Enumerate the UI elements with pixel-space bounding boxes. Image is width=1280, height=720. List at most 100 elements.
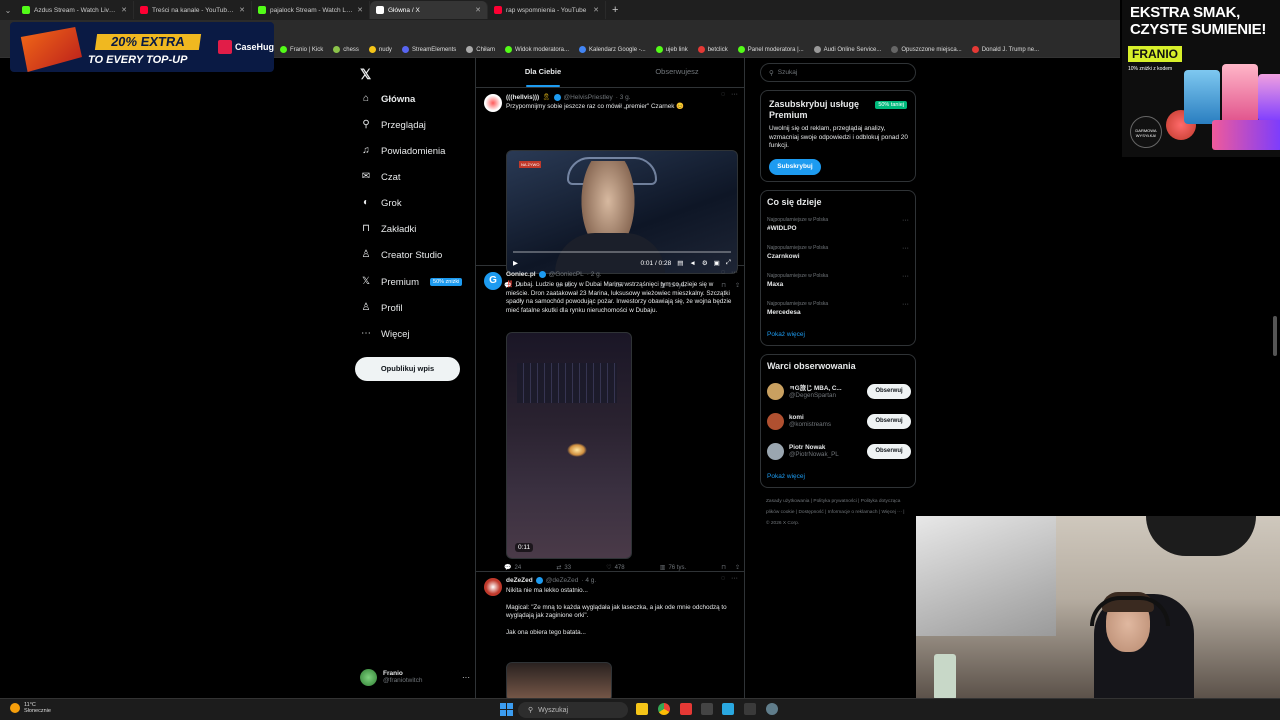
browser-tab[interactable]: pajalock Stream - Watch Live on Kick✕ — [252, 1, 370, 19]
trend-item[interactable]: Najpopularniejsze w Polska Mercedesa ··· — [767, 301, 911, 316]
more-dots-icon[interactable]: ··· — [462, 673, 470, 682]
follow-button[interactable]: Obserwuj — [867, 413, 911, 429]
more-dots-icon[interactable]: ··· — [902, 301, 909, 308]
tweet-time[interactable]: · 2 g. — [587, 271, 602, 278]
follow-handle[interactable]: @PiotrNowak_PL — [789, 451, 839, 458]
tweet-author-handle[interactable]: @deZeZed — [546, 577, 579, 584]
weather-widget[interactable]: 11°C Słonecznie — [10, 702, 51, 714]
tab-for-you[interactable]: Dla Ciebie — [476, 58, 610, 87]
avatar[interactable] — [767, 382, 784, 400]
browser-tab[interactable]: Treści na kanale - YouTube Studio ✕ — [134, 1, 252, 19]
subscribe-button[interactable]: Subskrybuj — [769, 159, 821, 175]
grok-icon[interactable]: ◌ — [721, 91, 725, 98]
show-more-trends-link[interactable]: Pokaż więcej — [767, 331, 805, 338]
nav-item-premium[interactable]: 𝕏 Premium 50% zniżki — [360, 276, 463, 288]
trend-item[interactable]: Najpopularniejsze w Polska Czarnkowi ··· — [767, 245, 911, 260]
bookmark-item[interactable]: ujeb link — [655, 46, 688, 53]
close-tab-icon[interactable]: ✕ — [357, 6, 363, 14]
browser-tab[interactable]: Główna / X ✕ — [370, 1, 488, 19]
follow-handle[interactable]: @komistreams — [789, 421, 831, 428]
search-input[interactable]: ⚲ Szukaj — [760, 63, 916, 82]
page-scrollbar[interactable] — [1273, 316, 1277, 356]
tweet[interactable]: G Goniec.pl @GoniecPL · 2 g. ◌ ··· ‼️ Dub… — [476, 266, 744, 572]
post-button[interactable]: Opublikuj wpis — [355, 357, 460, 381]
tweet[interactable]: (((hellvis))) 🎗 @HelvisPriestley · 3 g. … — [476, 88, 744, 289]
follow-suggestion[interactable]: ㅋG旅じ MBA, C... @DegenSpartan Obserwuj — [767, 379, 911, 403]
tweet-author-name[interactable]: Goniec.pl — [506, 271, 536, 278]
share-icon[interactable]: ⇪ — [735, 564, 740, 571]
avatar[interactable]: G — [484, 272, 502, 290]
avatar[interactable] — [767, 442, 784, 460]
tab-following[interactable]: Obserwujesz — [610, 58, 744, 87]
tweet-time[interactable]: · 4 g. — [581, 577, 596, 584]
tweet-image[interactable] — [506, 662, 612, 698]
bookmark-item[interactable]: betclick — [697, 46, 728, 53]
follow-suggestion[interactable]: Piotr Nowak @PiotrNowak_PL Obserwuj — [767, 439, 911, 463]
follow-button[interactable]: Obserwuj — [867, 443, 911, 459]
windows-start-icon[interactable] — [500, 703, 513, 716]
bookmark-item[interactable]: Chiłam — [466, 46, 495, 53]
footer-links[interactable]: Zasady użytkowania | Polityka prywatnośc… — [766, 496, 906, 529]
tweet-author-name[interactable]: deZeZed — [506, 577, 533, 584]
bookmark-item[interactable]: Franio | Kick — [280, 46, 323, 53]
like-button[interactable]: ♡ 478 — [606, 564, 624, 572]
file-explorer-icon[interactable] — [636, 703, 648, 715]
more-dots-icon[interactable]: ··· — [902, 217, 909, 224]
more-dots-icon[interactable]: ··· — [902, 273, 909, 280]
close-tab-icon[interactable]: ✕ — [121, 6, 127, 14]
tweet-video[interactable]: NA ŻYWO ▶ 0:01 / 0:28 ▤ ◄ ⚙ ▣ ⤢ — [506, 150, 738, 274]
more-dots-icon[interactable]: ··· — [731, 269, 738, 276]
app-icon[interactable] — [680, 703, 692, 715]
trend-item[interactable]: Najpopularniejsze w Polska Maxa ··· — [767, 273, 911, 288]
more-dots-icon[interactable]: ··· — [731, 91, 738, 98]
browser-tab[interactable]: rap wspomnienia - YouTube ✕ — [488, 1, 606, 19]
bookmark-item[interactable]: Kalendarz Google -... — [579, 46, 646, 53]
reply-button[interactable]: 💬 24 — [504, 564, 521, 572]
bookmark-item[interactable]: Audi Online Service... — [813, 46, 881, 53]
avatar[interactable] — [484, 94, 502, 112]
nav-item-grok[interactable]: ◐ Grok — [360, 197, 402, 209]
video-progress-bar[interactable] — [513, 251, 731, 253]
nav-item-home[interactable]: ⌂ Główna — [360, 93, 415, 105]
tweet-author-name[interactable]: (((hellvis))) — [506, 94, 539, 101]
trend-item[interactable]: Najpopularniejsze w Polska #WIDLPO ··· — [767, 217, 911, 232]
tab-list-dropdown-icon[interactable]: ⌄ — [0, 6, 16, 15]
tweet-time[interactable]: · 3 g. — [616, 94, 631, 101]
follow-button[interactable]: Obserwuj — [867, 383, 911, 399]
tweet-author-handle[interactable]: @GoniecPL — [549, 271, 584, 278]
tweet-video[interactable]: 0:11 — [506, 332, 632, 559]
avatar[interactable] — [767, 412, 784, 430]
new-tab-button[interactable]: + — [612, 4, 618, 16]
bookmark-icon[interactable]: ⊓ — [721, 564, 726, 571]
nav-item-bookmarks[interactable]: ⊓ Zakładki — [360, 223, 416, 235]
browser-tab[interactable]: Azdus Stream - Watch Live on Kick ✕ — [16, 1, 134, 19]
taskbar-search[interactable]: ⚲ Wyszukaj — [518, 702, 628, 718]
follow-suggestion[interactable]: komi @komistreams Obserwuj — [767, 409, 911, 433]
tweet[interactable]: deZeZed @deZeZed · 4 g. ◌ ··· Nikita nie … — [476, 572, 744, 698]
views-button[interactable]: ▥ 76 tys. — [660, 564, 686, 572]
nav-item-explore[interactable]: ⚲ Przeglądaj — [360, 119, 426, 131]
follow-handle[interactable]: @DegenSpartan — [789, 392, 842, 399]
nav-item-profile[interactable]: ♙ Profil — [360, 302, 403, 314]
follow-name[interactable]: Piotr Nowak — [789, 444, 839, 451]
close-tab-icon[interactable]: ✕ — [593, 6, 599, 14]
tweet-author-handle[interactable]: @HelvisPriestley — [564, 94, 613, 101]
close-tab-icon[interactable]: ✕ — [475, 6, 481, 14]
bookmark-item[interactable]: chess — [333, 46, 359, 53]
follow-name[interactable]: komi — [789, 414, 831, 421]
close-tab-icon[interactable]: ✕ — [239, 6, 245, 14]
bookmark-item[interactable]: StreamElements — [401, 46, 456, 53]
settings-icon[interactable] — [766, 703, 778, 715]
app-icon[interactable] — [744, 703, 756, 715]
bookmark-item[interactable]: Panel moderatora |... — [737, 46, 804, 53]
repost-button[interactable]: ⇄ 33 — [556, 564, 571, 572]
app-icon[interactable] — [722, 703, 734, 715]
show-more-follow-link[interactable]: Pokaż więcej — [767, 473, 805, 480]
follow-name[interactable]: ㅋG旅じ MBA, C... — [789, 383, 842, 392]
avatar[interactable] — [484, 578, 502, 596]
nav-item-notifications[interactable]: ♫ Powiadomienia — [360, 145, 445, 157]
nav-item-more[interactable]: ⋯ Więcej — [360, 328, 410, 340]
chrome-icon[interactable] — [658, 703, 670, 715]
nav-item-creator-studio[interactable]: ♙ Creator Studio — [360, 249, 443, 261]
grok-icon[interactable]: ◌ — [721, 575, 725, 582]
